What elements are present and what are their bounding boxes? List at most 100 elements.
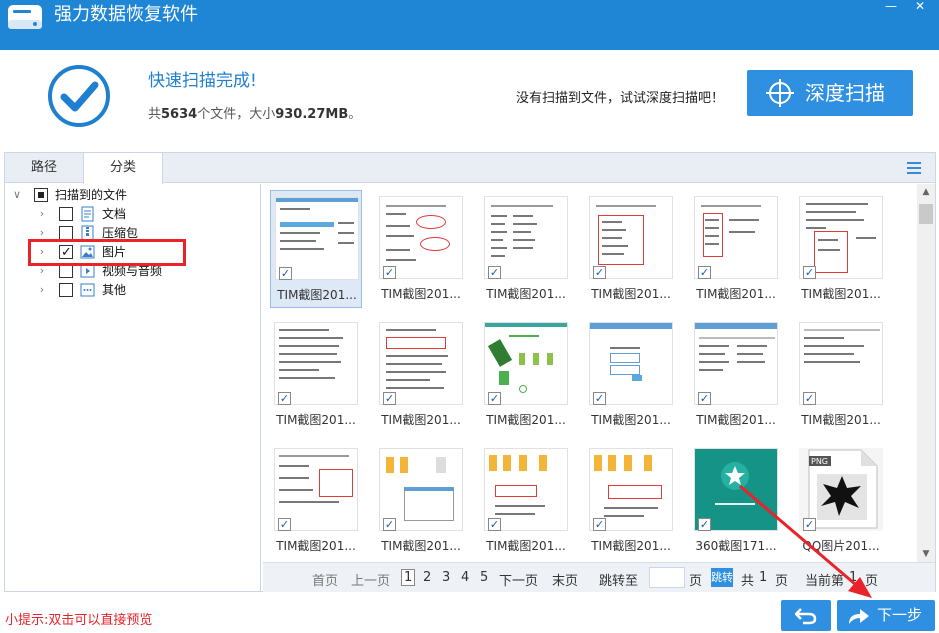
scrollbar-thumb[interactable]: [919, 204, 933, 224]
deep-scan-label: 深度扫描: [805, 81, 885, 105]
file-thumbnail[interactable]: ✓ TIM截图201...: [270, 316, 362, 434]
file-name: TIM截图201...: [591, 539, 671, 553]
file-checkbox[interactable]: ✓: [593, 518, 606, 531]
file-checkbox[interactable]: ✓: [278, 518, 291, 531]
deep-scan-button[interactable]: 深度扫描: [747, 70, 913, 116]
jump-page-input[interactable]: [649, 567, 685, 588]
file-thumbnail[interactable]: ✓ TIM截图201...: [480, 190, 572, 308]
file-checkbox[interactable]: ✓: [803, 266, 816, 279]
file-name: TIM截图201...: [486, 539, 566, 553]
back-button[interactable]: [781, 600, 831, 631]
tab-path[interactable]: 路径: [5, 153, 83, 183]
video-audio-checkbox[interactable]: [59, 264, 73, 278]
tab-category[interactable]: 分类: [83, 153, 163, 184]
page-unit-label: 页: [689, 574, 703, 589]
file-checkbox[interactable]: ✓: [593, 266, 606, 279]
chevron-right-icon[interactable]: ›: [36, 264, 48, 278]
first-page-link[interactable]: 首页: [312, 570, 338, 589]
file-thumbnail[interactable]: ✓ TIM截图201...: [375, 316, 467, 434]
jump-to-label: 跳转至: [599, 574, 639, 589]
chevron-right-icon[interactable]: ›: [36, 207, 48, 221]
file-checkbox[interactable]: ✓: [698, 266, 711, 279]
next-step-button[interactable]: 下一步: [837, 600, 935, 631]
scroll-down-icon[interactable]: ▼: [917, 546, 935, 562]
file-name: TIM截图201...: [381, 413, 461, 427]
archives-checkbox[interactable]: [59, 226, 73, 240]
tree-root-checkbox[interactable]: [34, 188, 48, 202]
file-thumbnail[interactable]: ✓ TIM截图201...: [690, 316, 782, 434]
tree-root[interactable]: ∨ 扫描到的文件: [5, 186, 255, 205]
file-thumbnail[interactable]: ✓ 360截图171...: [690, 442, 782, 560]
file-thumbnail[interactable]: ✓ TIM截图201...: [270, 190, 362, 308]
file-thumbnail[interactable]: ✓ TIM截图201...: [375, 442, 467, 560]
deep-scan-hint: 没有扫描到文件，试试深度扫描吧！: [516, 91, 725, 106]
file-name: TIM截图201...: [801, 413, 881, 427]
scan-complete-title: 快速扫描完成!: [148, 71, 257, 91]
file-thumbnail[interactable]: ✓ TIM截图201...: [480, 442, 572, 560]
file-thumbnail[interactable]: ✓ TIM截图201...: [585, 442, 677, 560]
page-link-2[interactable]: 2: [423, 570, 431, 585]
file-thumbnail[interactable]: ✓ TIM截图201...: [585, 190, 677, 308]
next-step-label: 下一步: [877, 606, 923, 624]
menu-icon[interactable]: [907, 162, 921, 174]
file-checkbox[interactable]: ✓: [383, 392, 396, 405]
next-page-link[interactable]: 下一页: [499, 570, 538, 589]
file-thumbnail[interactable]: ✓ TIM截图201...: [795, 316, 887, 434]
other-icon: [80, 283, 95, 297]
file-name: TIM截图201...: [381, 287, 461, 301]
summary-suffix: 。: [348, 107, 362, 122]
documents-checkbox[interactable]: [59, 207, 73, 221]
jump-go-button[interactable]: 跳转: [711, 568, 733, 587]
file-name: TIM截图201...: [801, 287, 881, 301]
forward-arrow-icon: [849, 609, 869, 624]
page-link-4[interactable]: 4: [461, 570, 469, 585]
scan-summary: 共5634个文件，大小930.27MB。: [148, 103, 361, 122]
file-name: TIM截图201...: [486, 287, 566, 301]
tree-item-documents[interactable]: › 文档: [5, 205, 255, 224]
minimize-button[interactable]: —: [876, 0, 906, 14]
file-thumbnail[interactable]: ✓ TIM截图201...: [270, 442, 362, 560]
hint-text: 小提示:双击可以直接预览: [5, 613, 153, 628]
file-checkbox[interactable]: ✓: [803, 518, 816, 531]
file-name: TIM截图201...: [591, 413, 671, 427]
chevron-right-icon[interactable]: ›: [36, 283, 48, 297]
page-link-3[interactable]: 3: [442, 570, 450, 585]
page-link-5[interactable]: 5: [480, 570, 488, 585]
pagination-bar: 首页 上一页 1 2 3 4 5 下一页 末页 跳转至 页 跳转 共 1 页 当…: [263, 562, 935, 592]
last-page-link[interactable]: 末页: [552, 570, 578, 589]
file-checkbox[interactable]: ✓: [488, 266, 501, 279]
scan-complete-icon: [48, 65, 110, 127]
file-name: TIM截图201...: [696, 413, 776, 427]
file-checkbox[interactable]: ✓: [383, 266, 396, 279]
file-checkbox[interactable]: ✓: [279, 267, 292, 280]
drive-icon: [8, 5, 42, 29]
file-checkbox[interactable]: ✓: [488, 392, 501, 405]
scroll-up-icon[interactable]: ▲: [917, 184, 935, 200]
file-checkbox[interactable]: ✓: [593, 392, 606, 405]
page-link-1[interactable]: 1: [401, 569, 416, 586]
file-thumbnail[interactable]: ✓ TIM截图201...: [585, 316, 677, 434]
other-label: 其他: [102, 283, 127, 297]
file-checkbox[interactable]: ✓: [698, 518, 711, 531]
file-checkbox[interactable]: ✓: [698, 392, 711, 405]
file-checkbox[interactable]: ✓: [488, 518, 501, 531]
prev-page-link[interactable]: 上一页: [351, 570, 390, 589]
crosshair-icon: [766, 79, 794, 107]
file-thumbnail[interactable]: ✓ TIM截图201...: [375, 190, 467, 308]
file-checkbox[interactable]: ✓: [383, 518, 396, 531]
close-button[interactable]: ✕: [905, 0, 935, 14]
file-checkbox[interactable]: ✓: [803, 392, 816, 405]
chevron-right-icon[interactable]: ›: [36, 226, 48, 240]
file-thumbnail[interactable]: ✓ TIM截图201...: [480, 316, 572, 434]
file-checkbox[interactable]: ✓: [278, 392, 291, 405]
grid-scrollbar[interactable]: ▲ ▼: [917, 184, 935, 562]
chevron-down-icon[interactable]: ∨: [11, 188, 23, 202]
file-thumbnail[interactable]: PNG ✓ QQ图片201...: [795, 442, 887, 560]
file-name: TIM截图201...: [277, 288, 357, 302]
tree-item-other[interactable]: › 其他: [5, 281, 255, 300]
title-bar: 强力数据恢复软件 — ✕: [0, 0, 939, 50]
file-thumbnail[interactable]: ✓ TIM截图201...: [690, 190, 782, 308]
summary-prefix: 共: [148, 107, 162, 122]
file-thumbnail[interactable]: ✓ TIM截图201...: [795, 190, 887, 308]
other-checkbox[interactable]: [59, 283, 73, 297]
